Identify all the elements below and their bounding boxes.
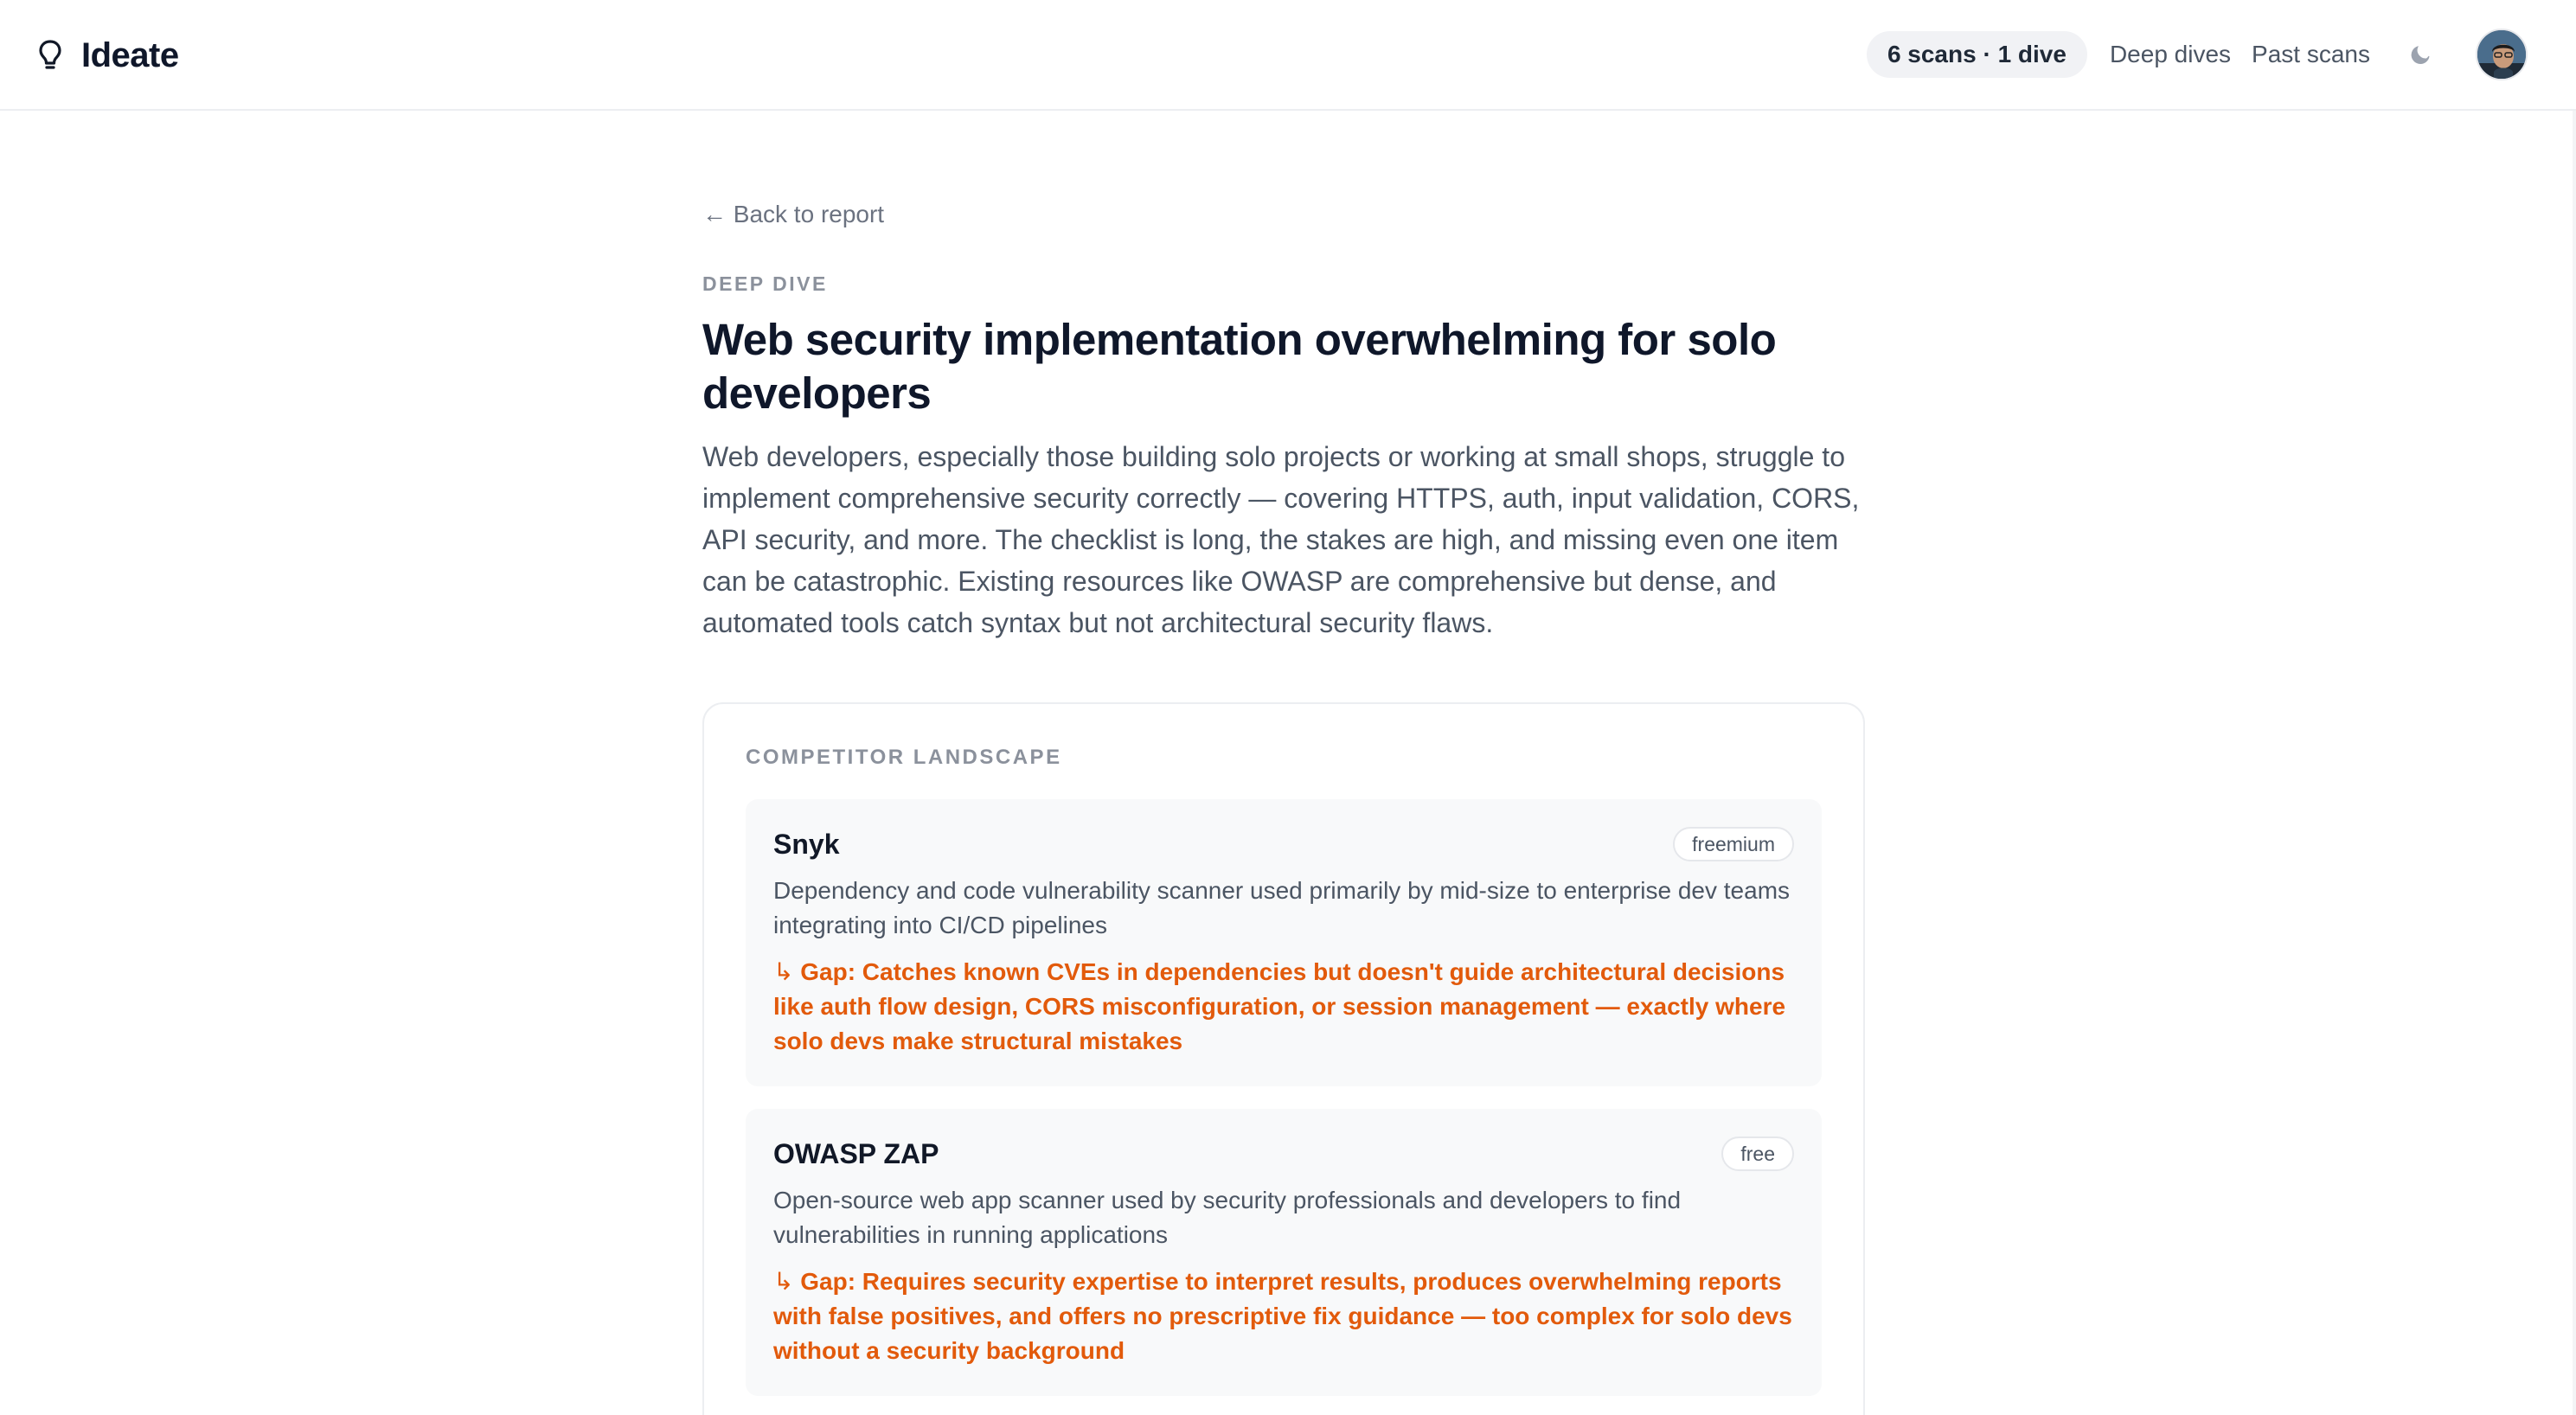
brand-logo[interactable]: Ideate [38, 31, 179, 80]
gap-arrow-icon: ↳ [773, 958, 794, 985]
brand-name: Ideate [81, 35, 179, 74]
nav-link-past-scans[interactable]: Past scans [2252, 41, 2370, 68]
competitor-name: OWASP ZAP [773, 1138, 939, 1169]
back-to-report-link[interactable]: ← Back to report [702, 197, 884, 232]
lightbulb-icon [38, 38, 66, 73]
scrollbar-track[interactable] [2573, 111, 2576, 1415]
competitor-gap: ↳ Gap: Requires security expertise to in… [773, 1265, 1794, 1368]
competitor-landscape-card: COMPETITOR LANDSCAPE Snyk freemium Depen… [702, 702, 1865, 1415]
competitor-description: Dependency and code vulnerability scanne… [773, 877, 1791, 938]
competitor-gap: ↳ Gap: Catches known CVEs in dependencie… [773, 955, 1794, 1059]
header-actions: 6 scans · 1 dive Deep dives Past scans [1866, 28, 2528, 81]
section-eyebrow: DEEP DIVE [702, 272, 828, 295]
pricing-badge: freemium [1673, 827, 1794, 861]
competitor-name: Snyk [773, 829, 840, 860]
competitor-card-snyk: Snyk freemium Dependency and code vulner… [746, 799, 1822, 1086]
user-avatar[interactable] [2476, 29, 2528, 80]
competitor-description: Open-source web app scanner used by secu… [773, 1187, 1682, 1248]
usage-badge: 6 scans · 1 dive [1866, 31, 2087, 78]
competitor-landscape-title: COMPETITOR LANDSCAPE [746, 746, 1062, 769]
gap-arrow-icon: ↳ [773, 1268, 794, 1295]
nav-link-deep-dives[interactable]: Deep dives [2110, 41, 2231, 68]
deep-dive-content: ← Back to report DEEP DIVE Web security … [702, 197, 1865, 1415]
top-navigation-bar: Ideate 6 scans · 1 dive Deep dives Past … [0, 0, 2576, 111]
competitor-card-owasp-zap: OWASP ZAP free Open-source web app scann… [746, 1109, 1822, 1396]
moon-icon[interactable] [2408, 42, 2434, 67]
page-title: Web security implementation overwhelming… [702, 315, 1777, 418]
problem-description: Web developers, especially those buildin… [702, 441, 1860, 638]
pricing-badge: free [1721, 1136, 1794, 1171]
gap-text: Gap: Catches known CVEs in dependencies … [773, 958, 1786, 1054]
gap-text: Gap: Requires security expertise to inte… [773, 1268, 1792, 1364]
